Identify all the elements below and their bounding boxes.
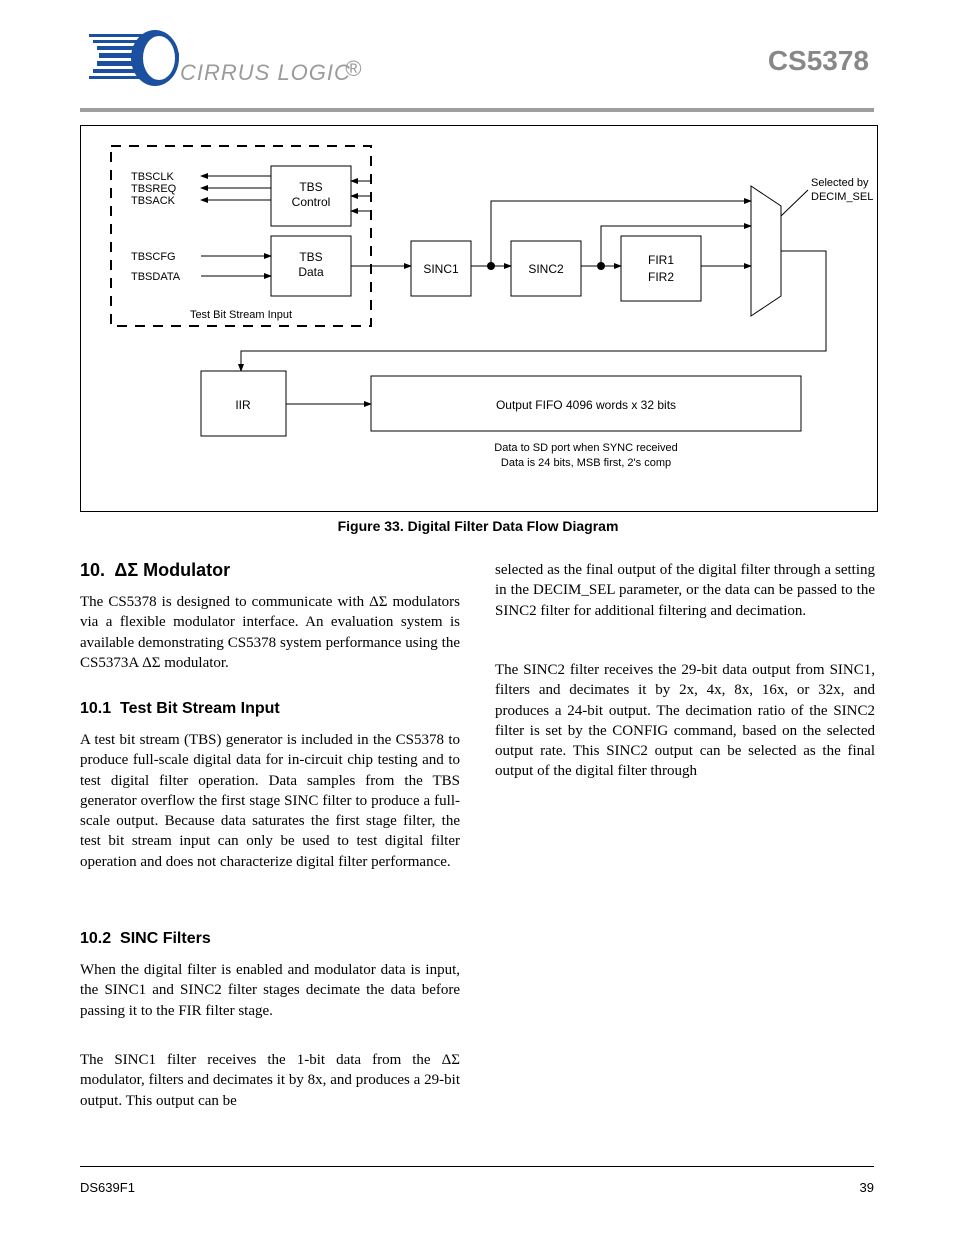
footer: DS639F1 39 [80, 1180, 874, 1195]
sec10-title: ΔΣ Modulator [114, 560, 230, 580]
block-tbsctrl-l2: Control [292, 195, 331, 209]
block-tbsctrl-l1: TBS [299, 180, 322, 194]
fifo-note2: Data is 24 bits, MSB first, 2's comp [501, 457, 671, 469]
registered-mark: ® [345, 56, 362, 82]
sec10-para: The CS5378 is designed to communicate wi… [80, 592, 460, 673]
sig-tbsreq: TBSREQ [131, 183, 177, 195]
cirrus-logo-mark [85, 28, 180, 88]
figure-box: TBS Control TBS Data TBSCLK TBSREQ TBSAC… [80, 125, 878, 512]
sec10-2-heading: 10.2 SINC Filters [80, 930, 211, 948]
sig-tbsack: TBSACK [131, 195, 176, 207]
brand-name: CIRRUS LOGIC [180, 60, 351, 86]
sec10-2-title: SINC Filters [120, 930, 211, 947]
sec10-2-para3: The SINC2 filter receives the 29-bit dat… [495, 660, 875, 782]
doc-header: CS5378 [768, 45, 869, 77]
block-sinc2: SINC2 [528, 262, 564, 276]
sig-tbsdata: TBSDATA [131, 271, 181, 283]
sig-tbscfg: TBSCFG [131, 251, 176, 263]
sec10-1-title: Test Bit Stream Input [120, 700, 280, 717]
footer-right: 39 [860, 1180, 874, 1195]
block-fifo: Output FIFO 4096 words x 32 bits [496, 398, 676, 412]
sec10-2-num: 10.2 [80, 930, 111, 947]
dashed-caption: Test Bit Stream Input [190, 309, 292, 321]
block-fir1: FIR1 [648, 253, 674, 267]
sec10-1-heading: 10.1 Test Bit Stream Input [80, 700, 280, 718]
figure-caption: Figure 33. Digital Filter Data Flow Diag… [80, 518, 876, 534]
fifo-note1: Data to SD port when SYNC received [494, 442, 677, 454]
footer-left: DS639F1 [80, 1180, 135, 1195]
chip-name: CS5378 [768, 45, 869, 77]
block-iir: IIR [235, 398, 251, 412]
sec10-1-para: A test bit stream (TBS) generator is inc… [80, 730, 460, 872]
sec10-2-para2b: selected as the final output of the digi… [495, 560, 875, 621]
sec10-2-para1: When the digital filter is enabled and m… [80, 960, 460, 1021]
sec10-heading: 10. ΔΣ Modulator [80, 560, 230, 581]
mux-note1: Selected by [811, 177, 869, 189]
block-tbsdata-l2: Data [298, 265, 324, 279]
block-sinc1: SINC1 [423, 262, 459, 276]
sec10-2-para2a: The SINC1 filter receives the 1-bit data… [80, 1050, 460, 1111]
sec10-1-num: 10.1 [80, 700, 111, 717]
block-diagram: TBS Control TBS Data TBSCLK TBSREQ TBSAC… [81, 126, 877, 511]
brand-logo: CIRRUS LOGIC ® [85, 28, 355, 98]
sec10-num: 10. [80, 560, 105, 580]
sig-tbsclk: TBSCLK [131, 171, 174, 183]
block-tbsdata-l1: TBS [299, 250, 322, 264]
block-fir2: FIR2 [648, 270, 674, 284]
footer-rule [80, 1166, 874, 1167]
header-rule [80, 108, 874, 112]
mux-note2: DECIM_SEL [811, 191, 873, 203]
